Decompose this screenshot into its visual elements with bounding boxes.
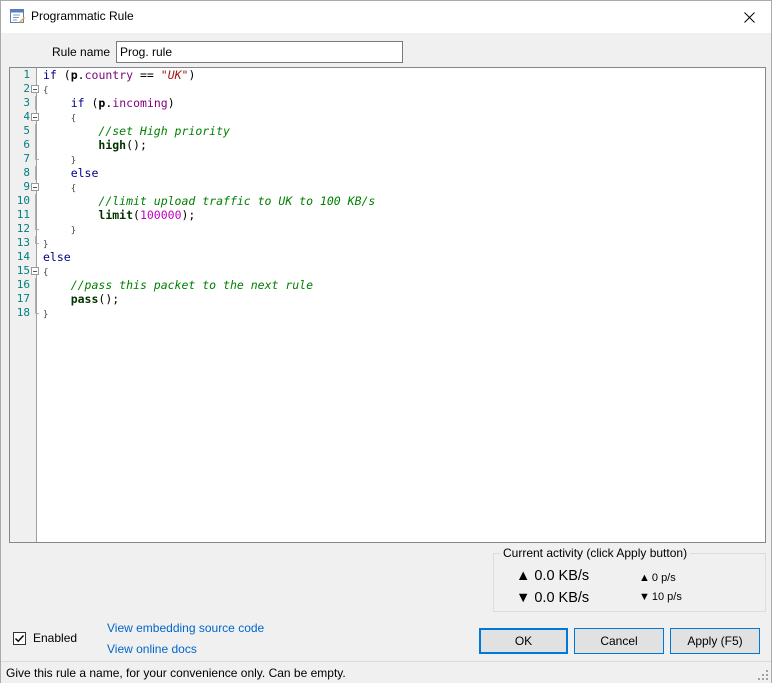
enabled-checkbox-row[interactable]: Enabled (13, 631, 77, 645)
editor-gutter: 1 2 3 4 5 6 7 8 9 10 11 12 13 14 15 16 17 18 (10, 68, 39, 542)
line-number: 12 (16, 222, 30, 235)
line-number: 1 (23, 68, 30, 81)
close-icon (743, 11, 755, 23)
code-editor[interactable]: 1 2 3 4 5 6 7 8 9 10 11 12 13 14 15 16 17 18 (9, 67, 766, 543)
line-number: 6 (23, 138, 30, 151)
code-line[interactable]: { (43, 110, 375, 124)
line-number: 10 (16, 194, 30, 207)
window-title: Programmatic Rule (31, 9, 134, 23)
view-online-docs-link[interactable]: View online docs (107, 642, 197, 656)
fold-toggle[interactable] (30, 82, 39, 96)
code-line[interactable]: //pass this packet to the next rule (43, 278, 375, 292)
code-line[interactable]: { (43, 82, 375, 96)
code-line[interactable]: { (43, 180, 375, 194)
code-line[interactable]: if (p.incoming) (43, 96, 375, 110)
code-content[interactable]: if (p.country == "UK"){ if (p.incoming) … (43, 68, 375, 320)
line-number: 7 (23, 152, 30, 165)
upload-packets-value: 0 p/s (651, 572, 676, 584)
rule-name-input[interactable] (116, 41, 403, 63)
code-line[interactable]: high(); (43, 138, 375, 152)
line-number: 5 (23, 124, 30, 137)
upload-rate: ▲ 0.0 KB/s (516, 568, 589, 584)
code-line[interactable]: //set High priority (43, 124, 375, 138)
down-arrow-icon: ▼ (639, 591, 650, 603)
programmatic-rule-dialog: Programmatic Rule Rule name 123456789101… (0, 0, 772, 683)
line-number: 11 (16, 208, 30, 221)
code-line[interactable]: { (43, 264, 375, 278)
checkmark-icon (15, 634, 25, 642)
upload-packets: ▲ 0 p/s (639, 572, 676, 584)
fold-toggle[interactable] (30, 180, 39, 194)
line-number: 16 (16, 278, 30, 291)
fold-toggle[interactable] (30, 110, 39, 124)
activity-legend: Current activity (click Apply button) (500, 546, 691, 560)
code-line[interactable]: limit(100000); (43, 208, 375, 222)
collapse-icon (31, 113, 39, 121)
title-bar: Programmatic Rule (1, 1, 771, 33)
download-rate-value: 0.0 KB/s (534, 590, 590, 606)
apply-button[interactable]: Apply (F5) (670, 628, 760, 654)
code-line[interactable]: else (43, 250, 375, 264)
line-number: 3 (23, 96, 30, 109)
line-number: 9 (23, 180, 30, 193)
collapse-icon (31, 183, 39, 191)
line-number: 2 (23, 82, 30, 95)
line-number: 13 (16, 236, 30, 249)
fold-margin (30, 68, 39, 320)
status-text: Give this rule a name, for your convenie… (6, 666, 346, 680)
line-number: 17 (16, 292, 30, 305)
code-line[interactable]: } (43, 152, 375, 166)
down-arrow-icon: ▼ (516, 590, 531, 606)
rule-name-label: Rule name (52, 45, 111, 59)
app-icon (10, 9, 25, 24)
collapse-icon (31, 267, 39, 275)
code-line[interactable]: } (43, 236, 375, 250)
download-packets-value: 10 p/s (651, 591, 682, 603)
code-line[interactable]: //limit upload traffic to UK to 100 KB/s (43, 194, 375, 208)
resize-grip-icon[interactable] (757, 669, 769, 681)
line-number: 14 (16, 250, 30, 263)
code-line[interactable]: else (43, 166, 375, 180)
line-number: 8 (23, 166, 30, 179)
up-arrow-icon: ▲ (639, 572, 650, 584)
close-button[interactable] (727, 1, 771, 33)
fold-toggle[interactable] (30, 264, 39, 278)
collapse-icon (31, 85, 39, 93)
download-rate: ▼ 0.0 KB/s (516, 590, 589, 606)
cancel-button[interactable]: Cancel (574, 628, 664, 654)
line-number: 4 (23, 110, 30, 123)
line-number: 18 (16, 306, 30, 319)
upload-rate-value: 0.0 KB/s (534, 568, 590, 584)
status-bar: Give this rule a name, for your convenie… (1, 661, 771, 683)
code-line[interactable]: } (43, 306, 375, 320)
line-number: 15 (16, 264, 30, 277)
ok-button[interactable]: OK (479, 628, 568, 654)
download-packets: ▼ 10 p/s (639, 591, 682, 603)
code-line[interactable]: } (43, 222, 375, 236)
view-embedding-source-link[interactable]: View embedding source code (107, 621, 264, 635)
enabled-checkbox[interactable] (13, 631, 26, 645)
code-line[interactable]: pass(); (43, 292, 375, 306)
line-numbers: 1 2 3 4 5 6 7 8 9 10 11 12 13 14 15 16 17 18 (10, 68, 30, 320)
current-activity-group: Current activity (click Apply button) ▲ 0… (493, 546, 766, 612)
code-line[interactable]: if (p.country == "UK") (43, 68, 375, 82)
up-arrow-icon: ▲ (516, 568, 531, 584)
enabled-label: Enabled (33, 631, 78, 645)
